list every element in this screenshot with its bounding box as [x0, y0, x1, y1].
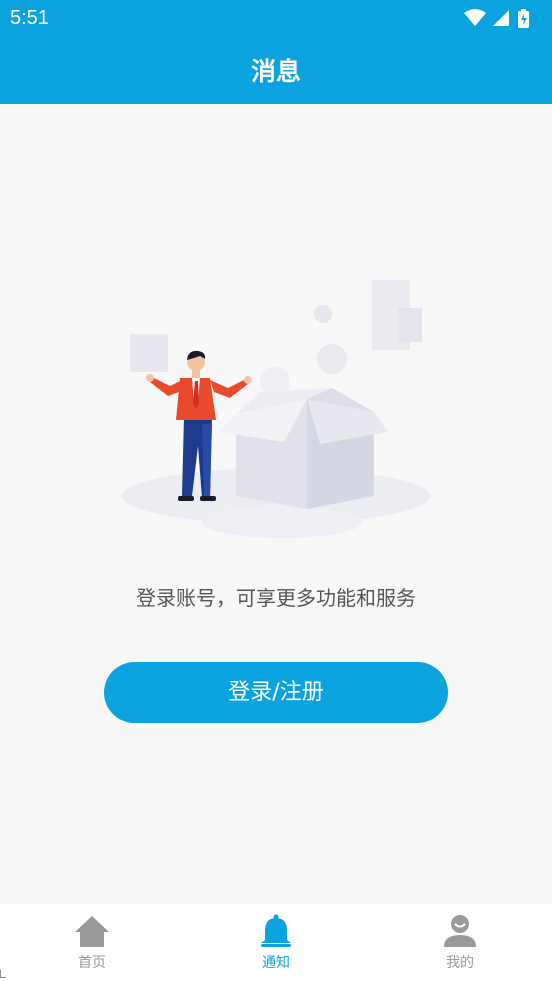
tab-notifications-label: 通知	[262, 955, 290, 971]
login-register-button[interactable]: 登录/注册	[104, 662, 448, 723]
home-icon	[75, 916, 109, 947]
main-content: 登录账号，可享更多功能和服务 登录/注册	[0, 104, 552, 904]
tab-home-label: 首页	[78, 955, 106, 971]
user-icon	[444, 915, 476, 947]
status-icons	[464, 9, 529, 28]
bell-icon	[261, 914, 291, 947]
bottom-tab-bar: 首页 通知 我的	[0, 904, 552, 981]
tab-home[interactable]: 首页	[0, 904, 184, 981]
status-bar: 5:51	[0, 0, 552, 38]
battery-icon	[518, 9, 529, 28]
tab-notifications[interactable]: 通知	[184, 904, 368, 981]
tab-profile-label: 我的	[446, 955, 474, 971]
status-time: 5:51	[10, 7, 49, 29]
login-prompt-text: 登录账号，可享更多功能和服务	[136, 586, 416, 610]
tab-profile[interactable]: 我的	[368, 904, 552, 981]
corner-mark	[0, 970, 6, 978]
wifi-icon	[464, 9, 486, 26]
empty-state-illustration	[122, 280, 430, 538]
app-bar: 消息	[0, 38, 552, 104]
signal-icon	[493, 10, 509, 26]
page-title: 消息	[250, 57, 301, 86]
